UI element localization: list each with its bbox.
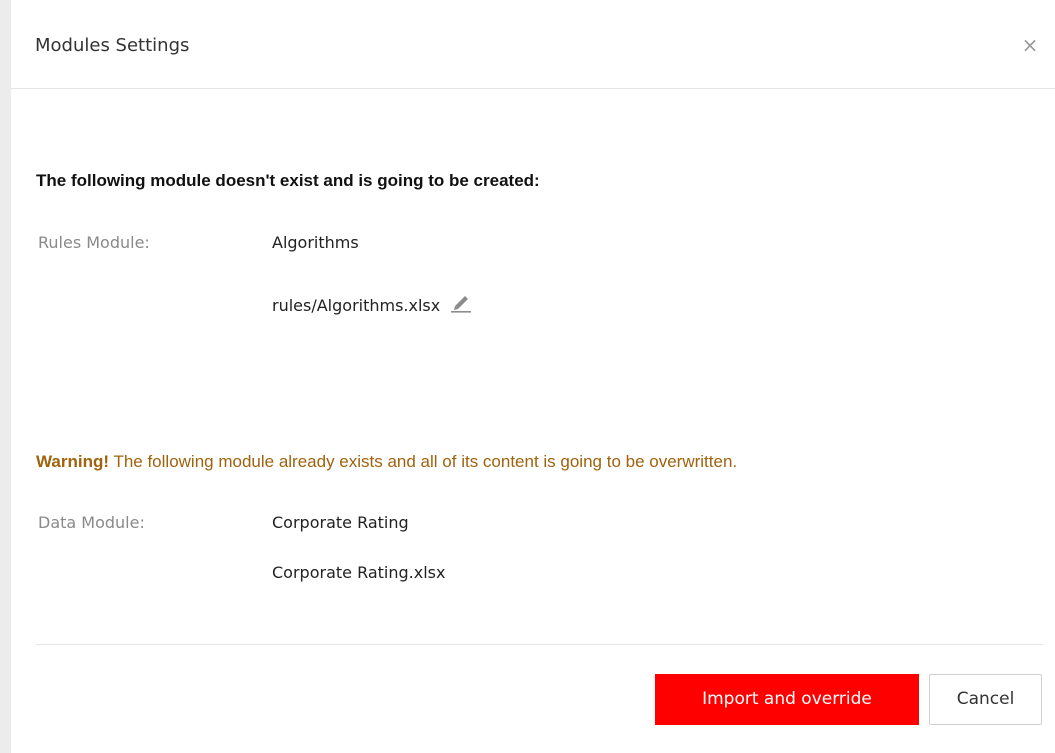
rules-module-name: Algorithms [272, 233, 359, 252]
footer-divider [36, 644, 1043, 645]
import-and-override-button[interactable]: Import and override [655, 674, 919, 725]
data-module-file-name: Corporate Rating.xlsx [272, 563, 446, 582]
modules-settings-dialog: Modules Settings × The following module … [0, 0, 1055, 753]
warning-strong-label: Warning! [36, 452, 110, 471]
pencil-icon[interactable] [449, 291, 473, 313]
rules-module-file-row: rules/Algorithms.xlsx [272, 291, 473, 316]
data-module-label: Data Module: [38, 513, 145, 532]
warning-message: The following module already exists and … [109, 452, 738, 471]
dialog-title: Modules Settings [35, 35, 190, 56]
cancel-button[interactable]: Cancel [929, 674, 1042, 725]
overwrite-warning: Warning! The following module already ex… [36, 451, 737, 473]
rules-module-file-name: rules/Algorithms.xlsx [272, 296, 441, 315]
create-section-heading: The following module doesn't exist and i… [36, 171, 540, 190]
data-module-name: Corporate Rating [272, 513, 409, 532]
left-edge-strip [0, 0, 11, 753]
dialog-header: Modules Settings × [11, 0, 1055, 89]
close-icon[interactable]: × [1019, 34, 1041, 56]
rules-module-label: Rules Module: [38, 233, 150, 252]
